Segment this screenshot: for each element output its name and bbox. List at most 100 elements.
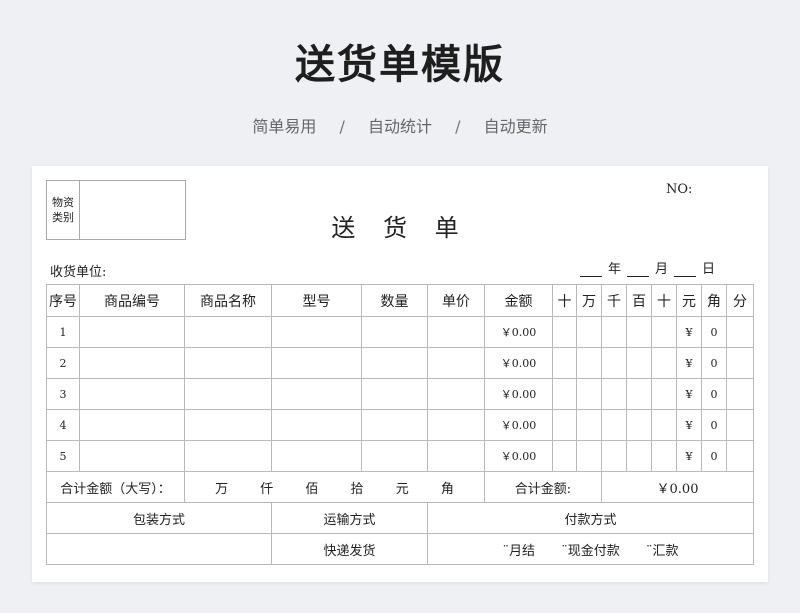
goods-table: 序号 商品编号 商品名称 型号 数量 单价 金额 十 万 千 百 十 元 角 分… [46,284,754,565]
row-model[interactable] [271,378,362,410]
row-digit-fen[interactable] [726,316,754,348]
col-header-digit: 千 [601,284,627,317]
row-qty[interactable] [361,440,428,472]
row-code[interactable] [79,347,185,379]
total-upper-label: 合计金额（大写）： [46,471,185,503]
delivery-note-sheet: 物资类别 送 货 单 NO: 收货单位: 年 月 日 序号 商品编号 商品名称 … [32,166,768,582]
row-qty[interactable] [361,378,428,410]
row-digit[interactable] [601,409,627,441]
month-blank[interactable] [627,260,650,277]
payment-option-cash[interactable]: ¨现金付款 [561,544,620,559]
table-header-row: 序号 商品编号 商品名称 型号 数量 单价 金额 十 万 千 百 十 元 角 分 [46,284,754,317]
row-index: 3 [46,378,80,410]
row-digit-jiao: 0 [701,316,727,348]
shipping-value-row: 快递发货 ¨月结 ¨现金付款 ¨汇款 [46,533,754,565]
total-value: ￥0.00 [601,471,754,503]
feature-separator: / [339,117,345,136]
row-price[interactable] [427,409,485,441]
row-digit[interactable] [651,316,677,348]
feature-easy: 简单易用 [252,117,317,136]
row-index: 2 [46,347,80,379]
row-price[interactable] [427,440,485,472]
row-digit[interactable] [601,347,627,379]
row-name[interactable] [184,347,272,379]
row-digit[interactable] [576,347,602,379]
row-digit[interactable] [626,409,652,441]
row-digit[interactable] [601,316,627,348]
feature-auto-stats: 自动统计 [367,117,432,136]
row-qty[interactable] [361,316,428,348]
row-price[interactable] [427,316,485,348]
row-digit-yuan: ¥ [676,440,702,472]
table-row: 2 ￥0.00 ¥0 [46,347,754,379]
row-digit-yuan: ¥ [676,347,702,379]
year-blank[interactable] [580,260,602,277]
shipping-header-row: 包装方式 运输方式 付款方式 [46,502,754,534]
row-model[interactable] [271,347,362,379]
row-code[interactable] [79,378,185,410]
transport-value[interactable]: 快递发货 [271,533,428,565]
payment-option-remit[interactable]: ¨汇款 [646,544,679,559]
packing-value[interactable] [46,533,272,565]
row-digit[interactable] [651,409,677,441]
row-digit-fen[interactable] [726,378,754,410]
table-row: 5 ￥0.00 ¥0 [46,440,754,472]
row-digit[interactable] [552,316,577,348]
row-code[interactable] [79,409,185,441]
row-digit[interactable] [651,378,677,410]
payment-option-monthly[interactable]: ¨月结 [502,544,535,559]
row-model[interactable] [271,440,362,472]
row-price[interactable] [427,347,485,379]
row-index: 4 [46,409,80,441]
row-digit-fen[interactable] [726,347,754,379]
row-amount: ￥0.00 [484,316,553,348]
unit-shi: 拾 [350,481,364,497]
day-blank[interactable] [674,260,697,277]
row-digit-fen[interactable] [726,440,754,472]
table-row: 1 ￥0.00 ¥0 [46,316,754,348]
row-name[interactable] [184,316,272,348]
row-digit[interactable] [576,316,602,348]
row-digit[interactable] [576,440,602,472]
col-header-code: 商品编号 [79,284,185,317]
row-digit[interactable] [552,440,577,472]
row-price[interactable] [427,378,485,410]
row-amount: ￥0.00 [484,409,553,441]
row-digit[interactable] [601,440,627,472]
col-header-qty: 数量 [361,284,428,317]
col-header-index: 序号 [46,284,80,317]
row-amount: ￥0.00 [484,440,553,472]
row-name[interactable] [184,378,272,410]
row-digit[interactable] [576,378,602,410]
unit-qian: 仟 [260,481,274,497]
col-header-digit: 角 [701,284,727,317]
row-digit[interactable] [651,347,677,379]
row-digit[interactable] [626,316,652,348]
row-name[interactable] [184,440,272,472]
row-digit[interactable] [626,378,652,410]
row-digit[interactable] [552,378,577,410]
col-header-digit: 十 [552,284,577,317]
col-header-price: 单价 [427,284,485,317]
hero-features: 简单易用 / 自动统计 / 自动更新 [0,113,800,137]
row-model[interactable] [271,316,362,348]
row-name[interactable] [184,409,272,441]
total-upper-units[interactable]: 万 仟 佰 拾 元 角 [184,471,485,503]
row-digit[interactable] [626,347,652,379]
row-code[interactable] [79,316,185,348]
row-model[interactable] [271,409,362,441]
row-digit-jiao: 0 [701,347,727,379]
row-code[interactable] [79,440,185,472]
row-digit[interactable] [651,440,677,472]
day-unit: 日 [702,262,716,277]
row-digit-fen[interactable] [726,409,754,441]
row-qty[interactable] [361,347,428,379]
row-qty[interactable] [361,409,428,441]
row-digit[interactable] [626,440,652,472]
row-digit[interactable] [601,378,627,410]
row-digit[interactable] [552,409,577,441]
row-digit-jiao: 0 [701,378,727,410]
col-header-model: 型号 [271,284,362,317]
row-digit[interactable] [552,347,577,379]
row-digit[interactable] [576,409,602,441]
